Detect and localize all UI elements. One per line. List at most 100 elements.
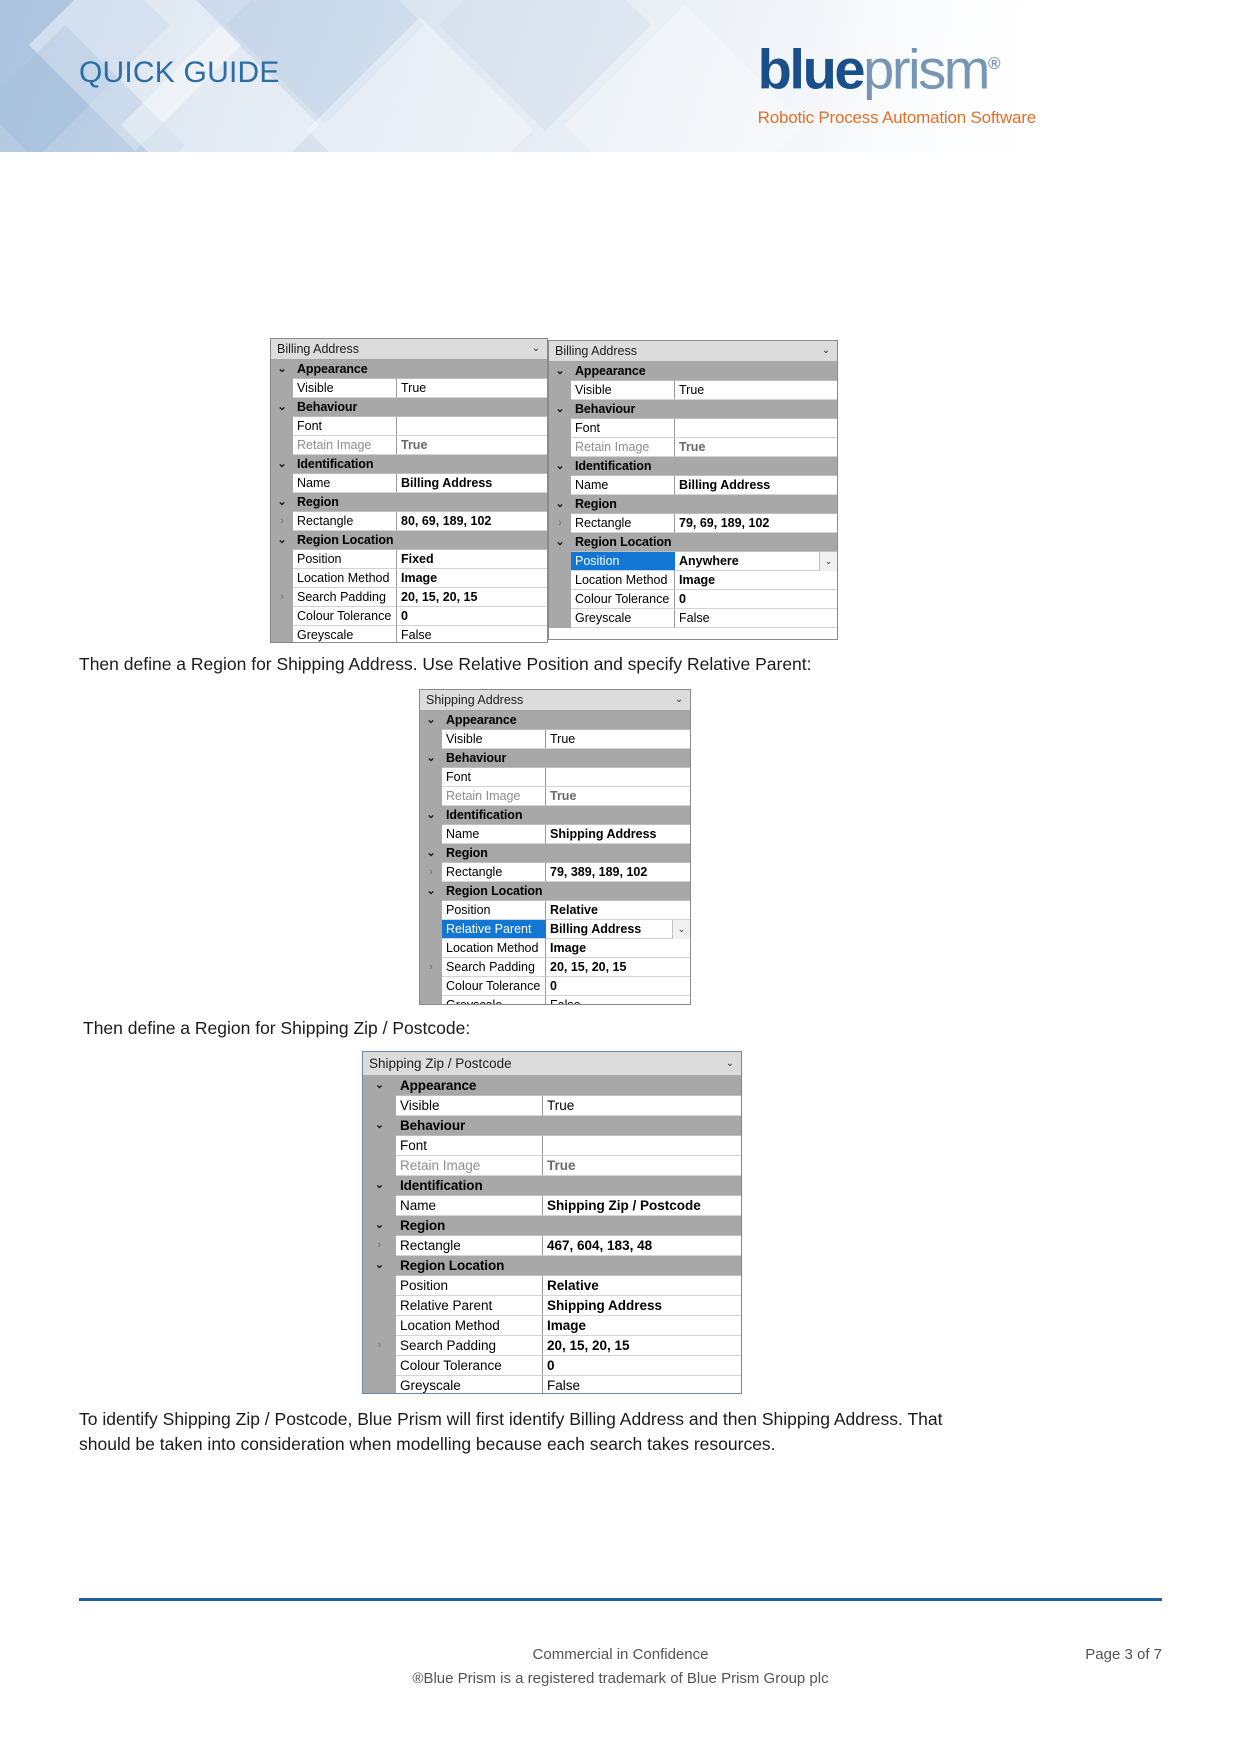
chevron-down-icon[interactable]: ⌄ xyxy=(819,346,833,356)
chevron-down-icon[interactable]: ⌄ xyxy=(819,552,837,571)
property-value[interactable]: 467, 604, 183, 48 xyxy=(543,1236,741,1256)
property-row-colour-tolerance[interactable]: Colour Tolerance 0 xyxy=(363,1356,741,1376)
property-row-position-selected[interactable]: Position Anywhere ⌄ xyxy=(549,552,837,571)
property-value[interactable]: True xyxy=(675,381,837,400)
property-row-visible[interactable]: Visible True xyxy=(420,730,690,749)
property-row-rectangle[interactable]: › Rectangle 467, 604, 183, 48 xyxy=(363,1236,741,1256)
expander-expanded-icon[interactable]: ⌄ xyxy=(271,398,293,417)
category-row-appearance[interactable]: ⌄ Appearance xyxy=(549,362,837,381)
property-value[interactable]: Shipping Zip / Postcode xyxy=(543,1196,741,1216)
chevron-down-icon[interactable]: ⌄ xyxy=(529,344,543,354)
property-value[interactable] xyxy=(546,768,690,787)
property-row-name[interactable]: Name Shipping Address xyxy=(420,825,690,844)
expander-expanded-icon[interactable]: ⌄ xyxy=(549,362,571,381)
expander-collapsed-icon[interactable]: › xyxy=(363,1236,396,1256)
expander-expanded-icon[interactable]: ⌄ xyxy=(363,1216,396,1236)
property-value[interactable] xyxy=(543,1136,741,1156)
property-row-search-padding[interactable]: › Search Padding 20, 15, 20, 15 xyxy=(420,958,690,977)
property-value[interactable]: False xyxy=(543,1376,741,1393)
category-row-identification[interactable]: ⌄ Identification xyxy=(363,1176,741,1196)
property-row-rectangle[interactable]: › Rectangle 79, 69, 189, 102 xyxy=(549,514,837,533)
chevron-down-icon[interactable]: ⌄ xyxy=(723,1058,737,1069)
property-row-colour-tolerance[interactable]: Colour Tolerance 0 xyxy=(271,607,547,626)
property-grid-billing-anywhere[interactable]: Billing Address ⌄ ⌄ Appearance Visible T… xyxy=(548,340,838,640)
property-value[interactable]: True xyxy=(543,1096,741,1116)
expander-expanded-icon[interactable]: ⌄ xyxy=(420,844,442,863)
property-value[interactable]: 20, 15, 20, 15 xyxy=(397,588,547,607)
category-row-appearance[interactable]: ⌄ Appearance xyxy=(420,711,690,730)
expander-collapsed-icon[interactable]: › xyxy=(420,863,442,882)
expander-expanded-icon[interactable]: ⌄ xyxy=(271,455,293,474)
property-row-relative-parent[interactable]: Relative Parent Shipping Address xyxy=(363,1296,741,1316)
category-row-identification[interactable]: ⌄ Identification xyxy=(420,806,690,825)
expander-expanded-icon[interactable]: ⌄ xyxy=(549,495,571,514)
category-row-behaviour[interactable]: ⌄ Behaviour xyxy=(271,398,547,417)
expander-expanded-icon[interactable]: ⌄ xyxy=(549,533,571,552)
property-value[interactable]: 20, 15, 20, 15 xyxy=(543,1336,741,1356)
expander-expanded-icon[interactable]: ⌄ xyxy=(363,1176,396,1196)
property-value[interactable]: Shipping Address xyxy=(546,825,690,844)
expander-expanded-icon[interactable]: ⌄ xyxy=(420,749,442,768)
category-row-identification[interactable]: ⌄ Identification xyxy=(271,455,547,474)
property-value[interactable]: Relative xyxy=(543,1276,741,1296)
property-value[interactable]: True xyxy=(397,379,547,398)
expander-expanded-icon[interactable]: ⌄ xyxy=(420,806,442,825)
property-grid-titlebar[interactable]: Shipping Address ⌄ xyxy=(420,690,690,711)
expander-expanded-icon[interactable]: ⌄ xyxy=(420,882,442,901)
property-grid-titlebar[interactable]: Billing Address ⌄ xyxy=(271,339,547,360)
property-row-rectangle[interactable]: › Rectangle 79, 389, 189, 102 xyxy=(420,863,690,882)
property-grid-shipping-zip[interactable]: Shipping Zip / Postcode ⌄ ⌄ Appearance V… xyxy=(362,1051,742,1394)
property-row-position[interactable]: Position Relative xyxy=(420,901,690,920)
expander-collapsed-icon[interactable]: › xyxy=(271,512,293,531)
property-value[interactable]: False xyxy=(397,626,547,642)
category-row-appearance[interactable]: ⌄ Appearance xyxy=(363,1076,741,1096)
property-row-position[interactable]: Position Fixed xyxy=(271,550,547,569)
property-grid-titlebar[interactable]: Billing Address ⌄ xyxy=(549,341,837,362)
category-row-region-location[interactable]: ⌄ Region Location xyxy=(271,531,547,550)
category-row-region[interactable]: ⌄ Region xyxy=(271,493,547,512)
property-row-name[interactable]: Name Shipping Zip / Postcode xyxy=(363,1196,741,1216)
property-value[interactable] xyxy=(397,417,547,436)
category-row-region-location[interactable]: ⌄ Region Location xyxy=(420,882,690,901)
category-row-behaviour[interactable]: ⌄ Behaviour xyxy=(549,400,837,419)
property-value[interactable]: Shipping Address xyxy=(543,1296,741,1316)
property-row-font[interactable]: Font xyxy=(420,768,690,787)
property-row-colour-tolerance[interactable]: Colour Tolerance 0 xyxy=(420,977,690,996)
property-value[interactable] xyxy=(675,419,837,438)
category-row-region-location[interactable]: ⌄ Region Location xyxy=(549,533,837,552)
property-row-location-method[interactable]: Location Method Image xyxy=(549,571,837,590)
category-row-region[interactable]: ⌄ Region xyxy=(420,844,690,863)
property-row-rectangle[interactable]: › Rectangle 80, 69, 189, 102 xyxy=(271,512,547,531)
property-value[interactable]: Image xyxy=(675,571,837,590)
expander-expanded-icon[interactable]: ⌄ xyxy=(271,531,293,550)
expander-expanded-icon[interactable]: ⌄ xyxy=(549,400,571,419)
expander-expanded-icon[interactable]: ⌄ xyxy=(363,1116,396,1136)
property-row-name[interactable]: Name Billing Address xyxy=(549,476,837,495)
property-value[interactable]: Billing Address xyxy=(675,476,837,495)
property-grid-billing-fixed[interactable]: Billing Address ⌄ ⌄ Appearance Visible T… xyxy=(270,338,548,643)
property-value[interactable]: Billing Address xyxy=(546,920,672,939)
expander-collapsed-icon[interactable]: › xyxy=(549,514,571,533)
property-value[interactable]: Image xyxy=(543,1316,741,1336)
property-row-greyscale[interactable]: Greyscale False xyxy=(363,1376,741,1393)
property-value[interactable]: Fixed xyxy=(397,550,547,569)
property-grid-titlebar[interactable]: Shipping Zip / Postcode ⌄ xyxy=(363,1052,741,1076)
property-row-location-method[interactable]: Location Method Image xyxy=(271,569,547,588)
property-value[interactable]: False xyxy=(546,996,690,1004)
property-row-greyscale[interactable]: Greyscale False xyxy=(271,626,547,642)
property-value[interactable]: 79, 69, 189, 102 xyxy=(675,514,837,533)
property-value[interactable]: False xyxy=(675,609,837,628)
category-row-region-location[interactable]: ⌄ Region Location xyxy=(363,1256,741,1276)
property-value[interactable]: Billing Address xyxy=(397,474,547,493)
property-value[interactable]: Anywhere xyxy=(675,552,819,571)
property-row-colour-tolerance[interactable]: Colour Tolerance 0 xyxy=(549,590,837,609)
expander-expanded-icon[interactable]: ⌄ xyxy=(363,1076,396,1096)
property-row-relative-parent-selected[interactable]: Relative Parent Billing Address ⌄ xyxy=(420,920,690,939)
expander-expanded-icon[interactable]: ⌄ xyxy=(549,457,571,476)
property-row-greyscale[interactable]: Greyscale False xyxy=(549,609,837,628)
property-value[interactable]: 0 xyxy=(543,1356,741,1376)
property-value[interactable]: 0 xyxy=(675,590,837,609)
property-row-visible[interactable]: Visible True xyxy=(363,1096,741,1116)
property-row-greyscale[interactable]: Greyscale False xyxy=(420,996,690,1004)
expander-expanded-icon[interactable]: ⌄ xyxy=(271,360,293,379)
